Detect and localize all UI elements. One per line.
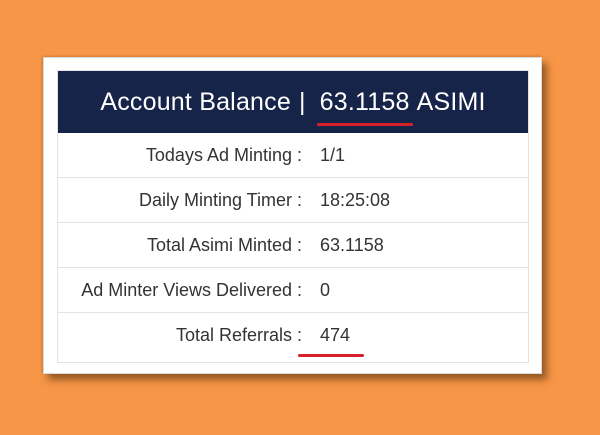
stat-row-todays-ad-minting: Todays Ad Minting : 1/1 [58, 133, 528, 178]
referrals-red-underline [298, 354, 365, 357]
account-balance-title: Account Balance [100, 87, 291, 116]
stat-row-total-asimi-minted: Total Asimi Minted : 63.1158 [58, 223, 528, 268]
balance-value-wrap: 63.1158 [316, 87, 413, 126]
stat-row-total-referrals: Total Referrals : 474 [58, 313, 528, 358]
stat-value-text: 0 [320, 279, 331, 300]
header-separator: | [298, 87, 306, 116]
screenshot-frame: Account Balance | 63.1158 ASIMI Todays A… [43, 57, 542, 374]
stat-value: 18:25:08 [310, 190, 390, 211]
stat-value: 474 [298, 325, 365, 357]
balance-value: 63.1158 [319, 87, 410, 116]
balance-red-underline [316, 122, 413, 126]
stat-value-text: 1/1 [320, 144, 346, 165]
stat-label: Total Referrals : [175, 325, 302, 345]
stat-row-daily-minting-timer: Daily Minting Timer : 18:25:08 [58, 178, 528, 223]
stat-value-text: 63.1158 [320, 234, 384, 255]
account-balance-card: Account Balance | 63.1158 ASIMI Todays A… [57, 70, 529, 363]
account-balance-header: Account Balance | 63.1158 ASIMI [58, 71, 528, 133]
stats-list: Todays Ad Minting : 1/1 Daily Minting Ti… [58, 133, 528, 358]
balance-currency: ASIMI [416, 87, 486, 116]
stat-value: 63.1158 [310, 235, 384, 256]
stat-label: Todays Ad Minting : [145, 144, 302, 165]
stat-label: Daily Minting Timer : [138, 189, 302, 210]
stat-value: 1/1 [310, 145, 345, 166]
stat-label: Total Asimi Minted : [146, 234, 302, 255]
stat-value: 0 [310, 280, 330, 301]
stat-row-ad-minter-views: Ad Minter Views Delivered : 0 [58, 268, 528, 313]
stat-label: Ad Minter Views Delivered : [81, 279, 302, 300]
stat-value-text: 18:25:08 [320, 189, 391, 210]
stat-value-text: 474 [320, 325, 351, 345]
